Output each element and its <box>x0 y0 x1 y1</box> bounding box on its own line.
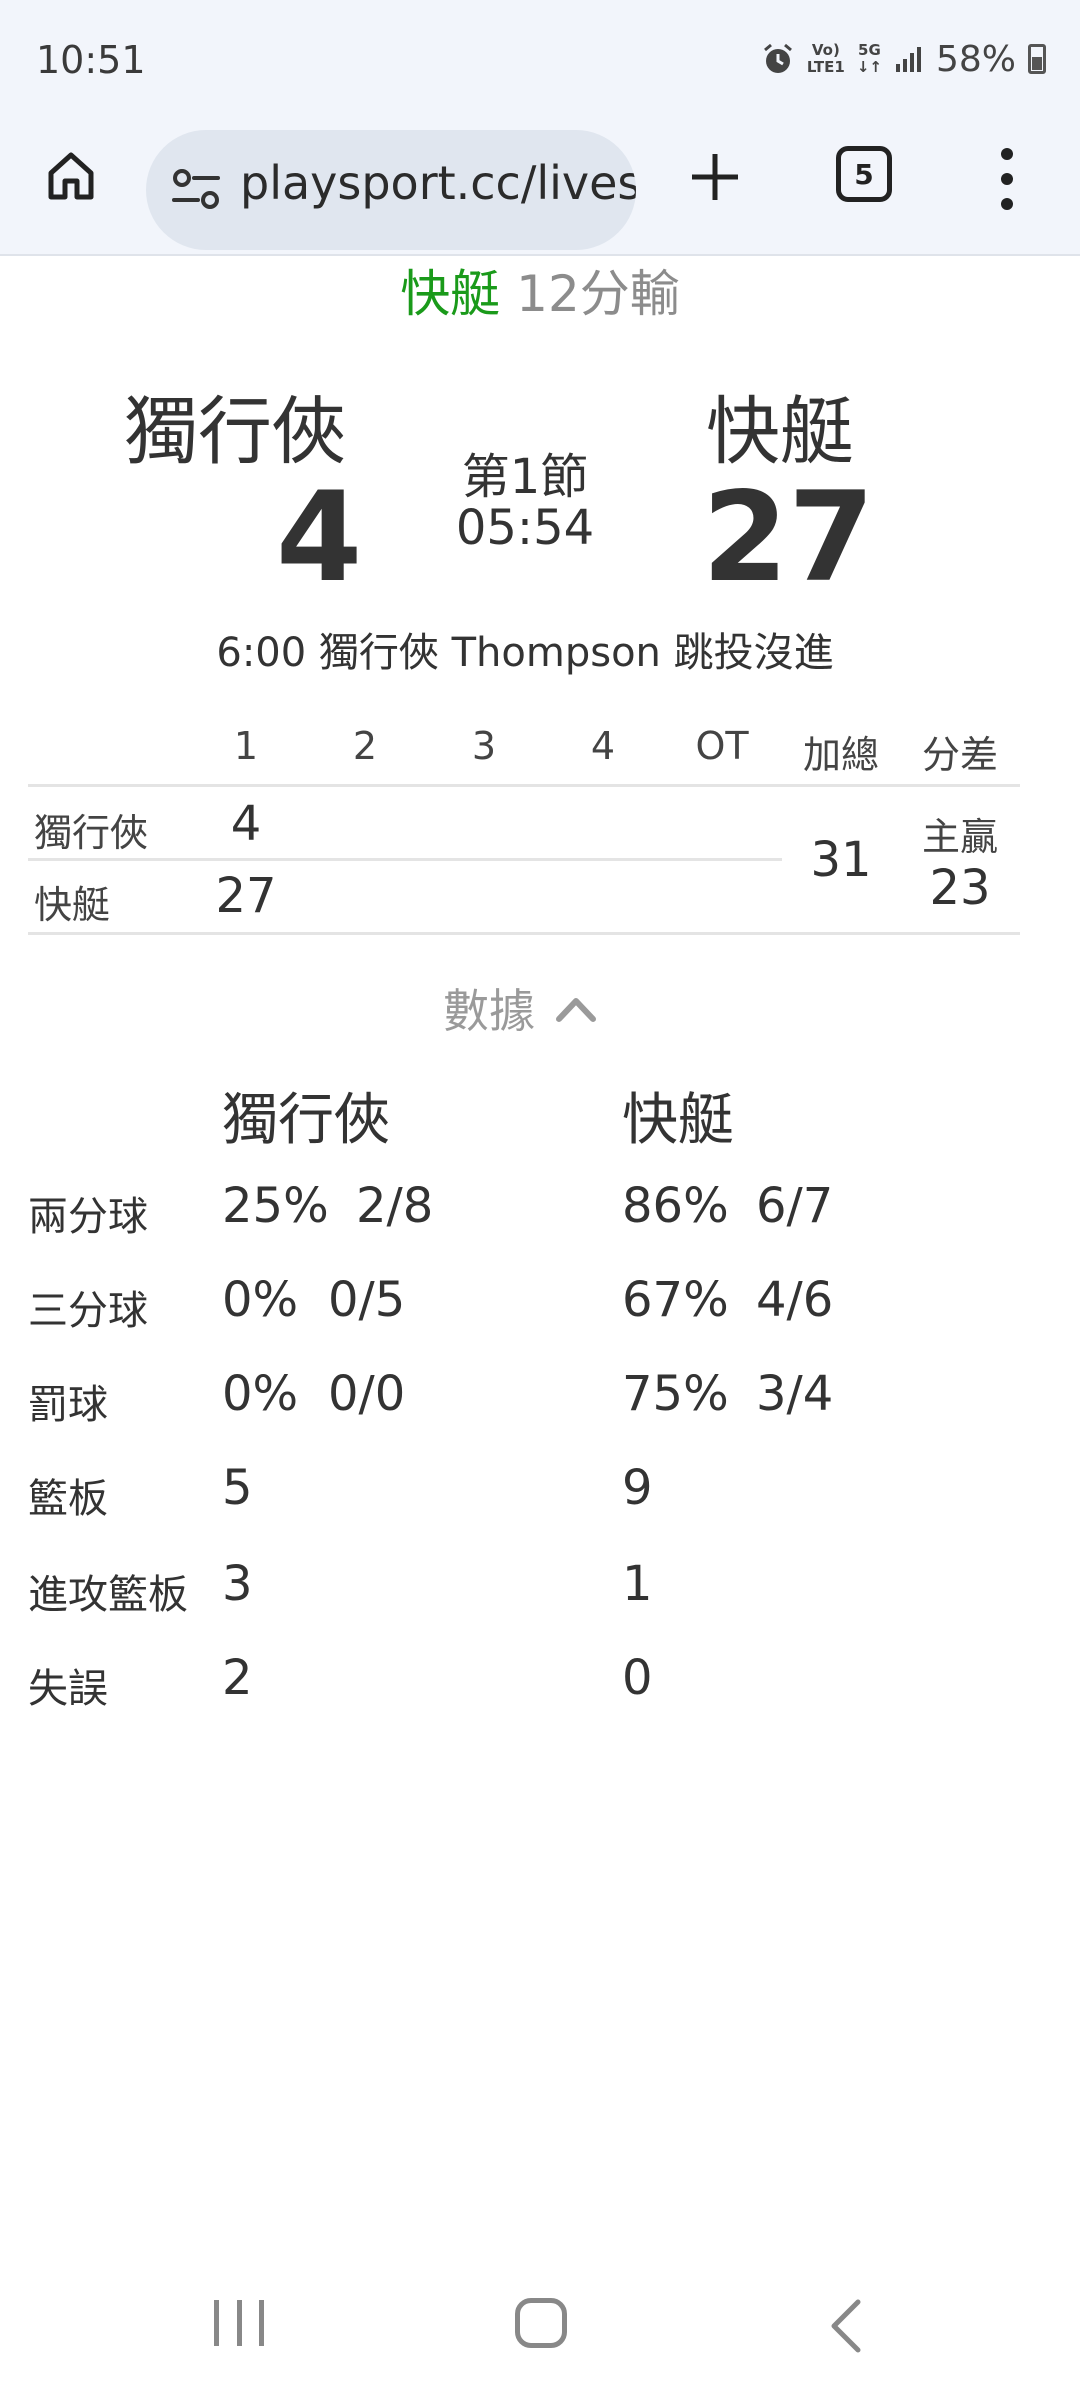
recent-apps-button[interactable] <box>214 2300 264 2350</box>
box-divider <box>28 932 1020 935</box>
stat-home-value: 1 <box>622 1556 653 1612</box>
alarm-icon <box>763 43 792 73</box>
box-team-home: 快艇 <box>34 883 111 927</box>
system-nav-bar <box>0 2260 1080 2400</box>
stat-away-made: 0/0 <box>328 1366 406 1422</box>
network-indicator: 5G ↓↑ <box>856 41 882 76</box>
box-header-diff: 分差 <box>921 733 998 777</box>
more-vert-icon[interactable] <box>990 144 1024 214</box>
stat-home-pct: 86% <box>622 1178 729 1234</box>
status-bar: 10:51 Vo) LTE1 5G ↓↑ 58% <box>0 0 1080 120</box>
stat-home-value: 0 <box>622 1650 653 1706</box>
game-clock: 05:54 <box>455 500 595 556</box>
box-header-q3: 3 <box>471 724 497 768</box>
url-text: playsport.cc/lives <box>240 156 636 210</box>
signal-icon <box>895 47 921 72</box>
box-header-total: 加總 <box>802 733 879 777</box>
nav-home-button[interactable] <box>515 2298 567 2348</box>
tab-switcher-button[interactable]: 5 <box>836 146 892 202</box>
stat-label: 進攻籃板 <box>28 1572 188 1618</box>
stat-away-value: 5 <box>222 1460 253 1516</box>
new-tab-button[interactable] <box>680 142 750 212</box>
home-button[interactable] <box>36 140 106 210</box>
box-diff-value: 23 <box>929 860 991 916</box>
stat-home-made: 6/7 <box>756 1178 834 1234</box>
stat-home-pct: 67% <box>622 1272 729 1328</box>
stat-label: 兩分球 <box>28 1194 148 1240</box>
result-winner: 快艇 <box>400 265 501 323</box>
box-header-q2: 2 <box>352 724 378 768</box>
stat-label: 罰球 <box>28 1382 108 1428</box>
box-divider <box>28 858 782 861</box>
stat-away-pct: 0% <box>222 1272 299 1328</box>
home-icon <box>48 152 94 200</box>
box-away-q1: 4 <box>230 796 262 852</box>
stats-toggle-button[interactable]: 數據 <box>0 975 1040 1041</box>
box-total: 31 <box>810 832 872 888</box>
result-summary: 快艇 12分輸 <box>0 254 1080 326</box>
box-diff-label: 主贏 <box>921 815 998 859</box>
status-time: 10:51 <box>36 38 146 82</box>
box-header-q4: 4 <box>590 724 616 768</box>
chevron-up-icon <box>556 998 596 1022</box>
browser-toolbar: playsport.cc/lives 5 <box>0 120 1080 256</box>
battery-percent: 58% <box>935 38 1016 80</box>
game-period: 第1節 <box>461 449 589 505</box>
box-divider <box>28 784 1020 787</box>
battery-icon <box>1028 44 1046 74</box>
stat-away-made: 0/5 <box>328 1272 406 1328</box>
stat-home-made: 4/6 <box>756 1272 834 1328</box>
box-header-ot: OT <box>695 724 749 768</box>
last-play: 6:00 獨行俠 Thompson 跳投沒進 <box>216 630 834 676</box>
back-icon[interactable] <box>826 2298 866 2354</box>
stats-away-team: 獨行俠 <box>222 1088 390 1153</box>
stat-home-value: 9 <box>622 1460 653 1516</box>
address-bar[interactable]: playsport.cc/lives <box>146 130 636 250</box>
box-home-q1: 27 <box>215 868 277 924</box>
stat-home-pct: 75% <box>622 1366 729 1422</box>
plus-icon <box>692 154 738 200</box>
box-header-q1: 1 <box>233 724 259 768</box>
stat-away-value: 3 <box>222 1556 253 1612</box>
stat-away-made: 2/8 <box>356 1178 434 1234</box>
stat-label: 失誤 <box>28 1666 108 1712</box>
stat-away-pct: 25% <box>222 1178 329 1234</box>
stat-label: 三分球 <box>28 1288 148 1334</box>
stats-toggle-label: 數據 <box>443 984 535 1038</box>
box-score-table: 1 2 3 4 OT 加總 分差 獨行俠 4 快艇 27 31 主贏 23 <box>28 720 1020 940</box>
site-settings-icon[interactable] <box>168 160 224 220</box>
volte-indicator: Vo) LTE1 <box>806 41 845 76</box>
stat-label: 籃板 <box>28 1476 108 1522</box>
stat-away-pct: 0% <box>222 1366 299 1422</box>
status-icons: Vo) LTE1 5G ↓↑ 58% <box>761 34 1046 84</box>
stat-away-value: 2 <box>222 1650 253 1706</box>
result-margin: 12分輸 <box>516 265 680 323</box>
stat-home-made: 3/4 <box>756 1366 834 1422</box>
box-team-away: 獨行俠 <box>34 811 149 855</box>
stats-home-team: 快艇 <box>622 1088 734 1153</box>
